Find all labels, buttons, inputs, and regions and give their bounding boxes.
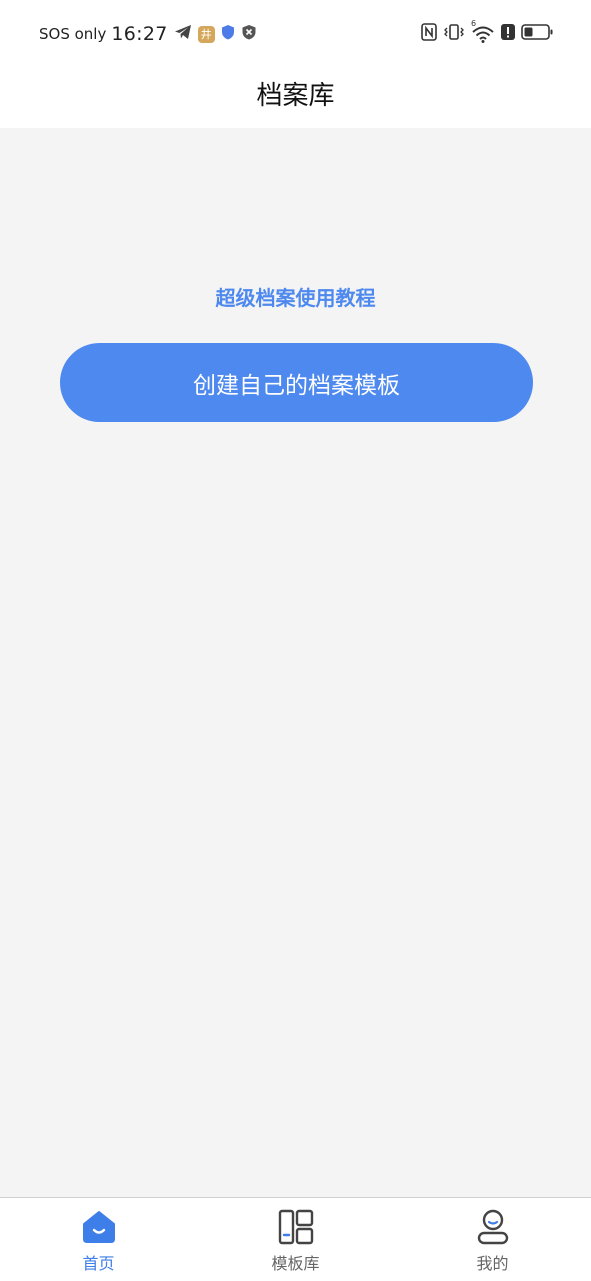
telegram-icon: [174, 24, 192, 44]
tab-home[interactable]: 首页: [0, 1198, 197, 1281]
title-bar: 档案库: [0, 66, 591, 128]
alert-icon: [501, 23, 515, 45]
template-library-icon: [277, 1208, 315, 1246]
battery-icon: [521, 23, 553, 45]
profile-icon: [474, 1208, 512, 1246]
tab-profile[interactable]: 我的: [394, 1198, 591, 1281]
nfc-icon: [421, 23, 437, 45]
bottom-tab-bar: 首页 模板库 我的: [0, 1197, 591, 1281]
create-template-button[interactable]: 创建自己的档案模板: [60, 343, 533, 422]
tab-label: 模板库: [271, 1254, 320, 1273]
app-badge-icon: 井: [197, 25, 215, 43]
status-bar-right: 6: [421, 19, 553, 46]
status-bar-left: SOS only 16:27 井: [39, 22, 257, 46]
status-bar: SOS only 16:27 井 6: [0, 0, 591, 66]
shield-icon: [221, 24, 235, 44]
security-shield-icon: [241, 24, 257, 44]
tab-label: 我的: [476, 1254, 509, 1273]
tab-template-library[interactable]: 模板库: [197, 1198, 394, 1281]
carrier-text: SOS only: [39, 25, 107, 43]
page-title: 档案库: [256, 81, 335, 111]
vibrate-icon: [443, 23, 465, 45]
clock-time: 16:27: [111, 23, 168, 45]
wifi-generation-label: 6: [471, 19, 477, 28]
home-icon: [80, 1208, 118, 1246]
tab-label: 首页: [82, 1254, 115, 1273]
tutorial-link[interactable]: 超级档案使用教程: [0, 282, 591, 311]
wifi-icon: 6: [471, 19, 495, 44]
